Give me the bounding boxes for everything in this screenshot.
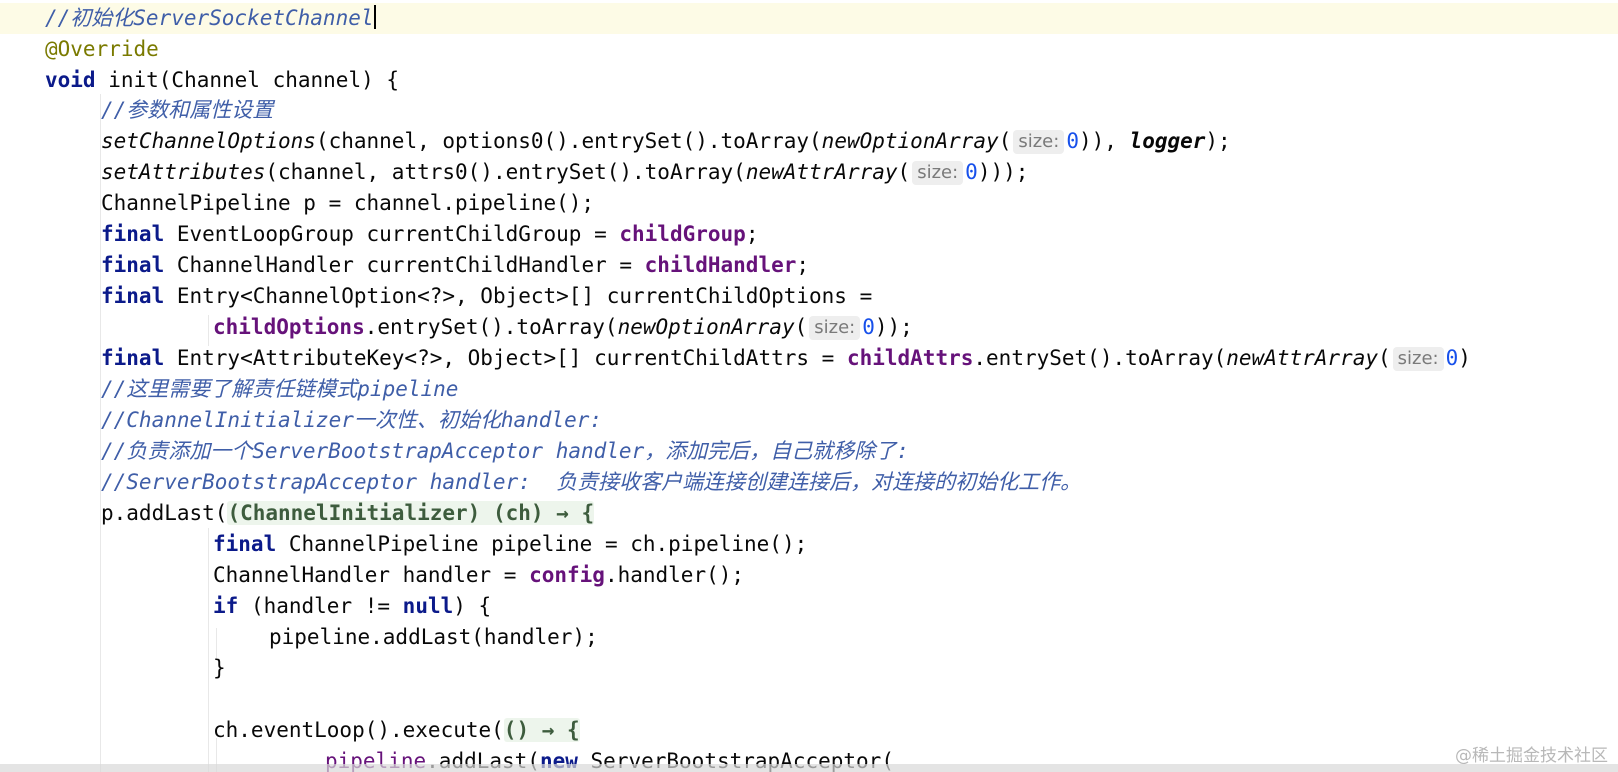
code-line[interactable]: final Entry<AttributeKey<?>, Object>[] c… xyxy=(0,343,1618,374)
code-line[interactable]: //这里需要了解责任链模式pipeline xyxy=(0,374,1618,405)
code-comment: //参数和属性设置 xyxy=(101,98,274,122)
code-line[interactable]: setChannelOptions(channel, options0().en… xyxy=(0,126,1618,157)
code-field: childOptions xyxy=(213,315,365,339)
code-line[interactable]: childOptions.entrySet().toArray(newOptio… xyxy=(0,312,1618,343)
code-text: } xyxy=(213,656,226,680)
code-line[interactable]: if (handler != null) { xyxy=(0,591,1618,622)
code-method-static: newOptionArray xyxy=(617,315,795,339)
code-text: ChannelPipeline pipeline = ch.pipeline()… xyxy=(276,532,808,556)
code-text: init(Channel channel) { xyxy=(95,68,400,92)
horizontal-scrollbar[interactable] xyxy=(0,764,1618,772)
code-line[interactable]: final ChannelPipeline pipeline = ch.pipe… xyxy=(0,529,1618,560)
code-text: ch.eventLoop().execute( xyxy=(213,718,504,742)
code-text: ( xyxy=(998,129,1012,153)
code-text: ChannelHandler currentChildHandler = xyxy=(164,253,645,277)
text-caret xyxy=(373,5,376,29)
code-method-static: setChannelOptions xyxy=(101,129,316,153)
code-field: childGroup xyxy=(619,222,746,246)
code-field: config xyxy=(529,563,605,587)
code-text: (channel, options0().entrySet().toArray( xyxy=(315,129,822,153)
code-text: p.addLast( xyxy=(101,501,228,525)
code-text: )), xyxy=(1078,129,1130,153)
code-text: ); xyxy=(1205,129,1231,153)
code-number: 0 xyxy=(1445,346,1459,370)
parameter-hint: size: xyxy=(1013,130,1065,154)
watermark-text: @稀土掘金技术社区 xyxy=(1455,746,1608,766)
code-field: childAttrs xyxy=(846,346,974,370)
code-method-static: newAttrArray xyxy=(745,160,898,184)
code-line-blank[interactable] xyxy=(0,684,1618,715)
code-keyword: if xyxy=(213,594,239,618)
code-method-static: newAttrArray xyxy=(1226,346,1378,370)
code-annotation: @Override xyxy=(45,37,159,61)
code-line-current[interactable]: //初始化ServerSocketChannel xyxy=(0,3,1618,34)
code-text: Entry<ChannelOption<?>, Object>[] curren… xyxy=(164,284,873,308)
code-keyword: void xyxy=(45,68,96,92)
code-field: childHandler xyxy=(644,253,797,277)
parameter-hint: size: xyxy=(912,161,964,185)
code-keyword: null xyxy=(402,594,454,618)
code-line[interactable]: setAttributes(channel, attrs0().entrySet… xyxy=(0,157,1618,188)
code-line[interactable]: //ServerBootstrapAcceptor handler: 负责接收客… xyxy=(0,467,1618,498)
code-line[interactable]: final EventLoopGroup currentChildGroup =… xyxy=(0,219,1618,250)
code-keyword: final xyxy=(101,284,165,308)
code-text: ; xyxy=(796,253,810,277)
code-text: EventLoopGroup currentChildGroup = xyxy=(164,222,620,246)
code-text: )); xyxy=(874,315,913,339)
code-keyword: final xyxy=(213,532,277,556)
code-text: ))); xyxy=(977,160,1029,184)
code-text: pipeline.addLast(handler); xyxy=(269,625,598,649)
code-text: ; xyxy=(745,222,759,246)
code-field: logger xyxy=(1129,129,1206,153)
parameter-hint: size: xyxy=(809,316,861,340)
code-text: ) xyxy=(1458,346,1471,370)
code-line[interactable]: ChannelPipeline p = channel.pipeline(); xyxy=(0,188,1618,219)
code-text: ChannelHandler handler = xyxy=(213,563,530,587)
code-number: 0 xyxy=(1066,129,1079,153)
code-keyword: final xyxy=(101,222,165,246)
code-keyword: final xyxy=(101,346,165,370)
lambda-fold[interactable]: () → { xyxy=(503,718,580,742)
code-text: .entrySet().toArray( xyxy=(973,346,1227,370)
code-text: Entry<AttributeKey<?>, Object>[] current… xyxy=(164,346,847,370)
code-keyword: final xyxy=(101,253,165,277)
code-comment: //负责添加一个ServerBootstrapAcceptor handler，… xyxy=(101,439,909,463)
code-comment: //初始化ServerSocketChannel xyxy=(45,6,374,30)
code-text: ( xyxy=(897,160,911,184)
code-text: (channel, attrs0().entrySet().toArray( xyxy=(265,160,746,184)
code-line[interactable]: //ChannelInitializer一次性、初始化handler: xyxy=(0,405,1618,436)
code-text: ( xyxy=(1377,346,1391,370)
code-text: ( xyxy=(794,315,808,339)
code-line[interactable]: @Override xyxy=(0,34,1618,65)
code-line[interactable]: ChannelHandler handler = config.handler(… xyxy=(0,560,1618,591)
code-number: 0 xyxy=(862,315,875,339)
code-method-static: setAttributes xyxy=(101,160,266,184)
code-line[interactable]: p.addLast((ChannelInitializer) (ch) → { xyxy=(0,498,1618,529)
code-text: .entrySet().toArray( xyxy=(364,315,618,339)
code-line[interactable]: //负责添加一个ServerBootstrapAcceptor handler，… xyxy=(0,436,1618,467)
code-method-static: newOptionArray xyxy=(821,129,999,153)
code-line[interactable]: //参数和属性设置 xyxy=(0,95,1618,126)
code-line[interactable]: final Entry<ChannelOption<?>, Object>[] … xyxy=(0,281,1618,312)
code-comment: //ServerBootstrapAcceptor handler: 负责接收客… xyxy=(101,470,1082,494)
code-line[interactable]: final ChannelHandler currentChildHandler… xyxy=(0,250,1618,281)
code-comment: //这里需要了解责任链模式pipeline xyxy=(101,377,459,401)
code-text: .handler(); xyxy=(604,563,745,587)
lambda-fold[interactable]: (ChannelInitializer) (ch) → { xyxy=(227,501,595,525)
code-text: ) { xyxy=(453,594,492,618)
code-editor[interactable]: //初始化ServerSocketChannel @Override void … xyxy=(0,0,1618,772)
code-comment: //ChannelInitializer一次性、初始化handler: xyxy=(101,408,603,432)
code-line[interactable]: } xyxy=(0,653,1618,684)
code-line[interactable]: ch.eventLoop().execute(() → { xyxy=(0,715,1618,746)
code-line[interactable]: void init(Channel channel) { xyxy=(0,65,1618,96)
code-text: (handler != xyxy=(238,594,403,618)
code-number: 0 xyxy=(965,160,978,184)
code-line[interactable]: pipeline.addLast(handler); xyxy=(0,622,1618,653)
code-text: ChannelPipeline p = channel.pipeline(); xyxy=(101,191,595,215)
parameter-hint: size: xyxy=(1392,347,1444,371)
